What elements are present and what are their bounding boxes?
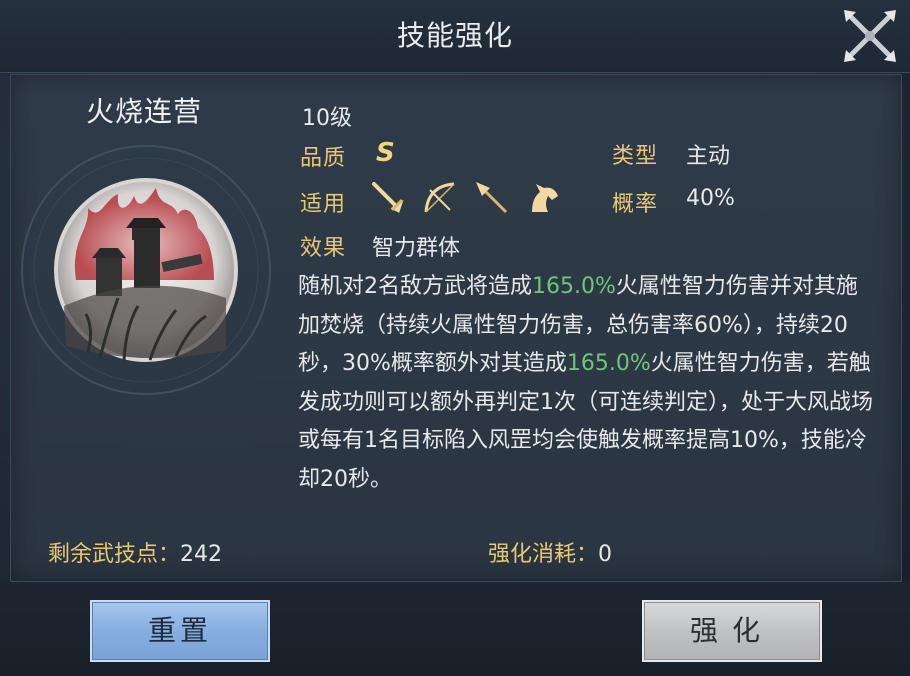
- description-text: 随机对2名敌方武将造成: [298, 274, 532, 299]
- type-value: 主动: [686, 144, 731, 169]
- bow-icon: [420, 178, 460, 218]
- damage-rate-highlight: 165.0%: [566, 351, 651, 376]
- quality-label: 品质: [300, 146, 347, 171]
- damage-rate-highlight: 165.0%: [532, 274, 616, 299]
- effect-label: 效果: [300, 236, 347, 261]
- close-button[interactable]: [838, 4, 902, 68]
- cost-value: 0: [598, 542, 613, 567]
- window-title: 技能强化: [396, 19, 513, 52]
- rate-label: 概率: [612, 192, 659, 217]
- title-bar: 技能强化: [0, 0, 910, 73]
- points-value: 242: [180, 542, 223, 567]
- skill-level: 10级: [302, 106, 352, 131]
- quality-grade: S: [376, 138, 395, 168]
- sword-icon: [368, 178, 408, 218]
- enhance-cost: 强化消耗：0: [488, 536, 612, 568]
- applies-label: 适用: [300, 192, 347, 217]
- rate-value: 40%: [686, 186, 735, 211]
- skill-emblem: [0, 130, 300, 430]
- reset-button[interactable]: 重置: [90, 600, 270, 662]
- fire-camp-icon: [21, 145, 271, 395]
- skill-enhance-window: 技能强化 火烧连营 10级 品质 S 类型 主动 适用 概率 40% 效果 智力…: [0, 0, 910, 676]
- close-icon: [844, 10, 896, 62]
- effect-value: 智力群体: [372, 236, 461, 261]
- enhance-button[interactable]: 强化: [642, 600, 822, 662]
- spear-icon: [472, 178, 512, 218]
- horse-icon: [524, 178, 564, 218]
- skill-description: 随机对2名敌方武将造成165.0%火属性智力伤害并对其施加焚烧（持续火属性智力伤…: [298, 268, 878, 499]
- type-label: 类型: [612, 144, 659, 169]
- remaining-points: 剩余武技点：242: [48, 536, 222, 568]
- cost-label: 强化消耗：: [488, 542, 599, 567]
- points-label: 剩余武技点：: [48, 542, 181, 567]
- skill-name: 火烧连营: [86, 95, 203, 128]
